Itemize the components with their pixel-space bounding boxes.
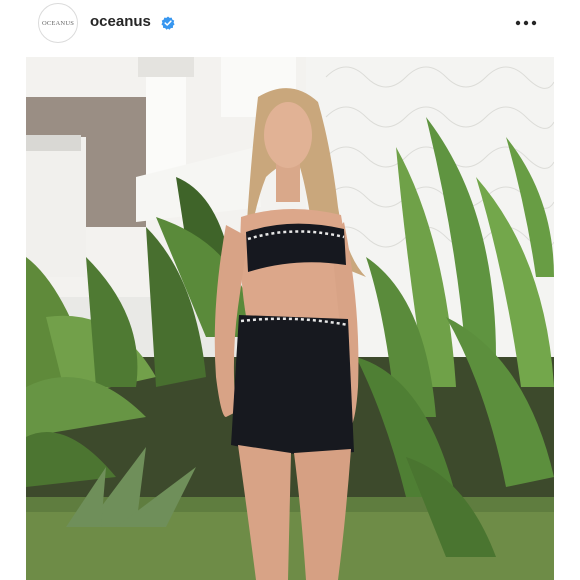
username-link[interactable]: oceanus <box>90 13 151 30</box>
avatar-logo-text: OCEANUS <box>41 19 75 27</box>
verified-badge-icon <box>161 16 175 30</box>
more-options-icon <box>515 20 537 26</box>
more-options-button[interactable] <box>513 12 539 34</box>
post-header: OCEANUS oceanus <box>0 0 580 50</box>
post-photo[interactable] <box>26 57 554 580</box>
post-image <box>26 57 554 580</box>
profile-avatar[interactable]: OCEANUS <box>38 3 78 43</box>
